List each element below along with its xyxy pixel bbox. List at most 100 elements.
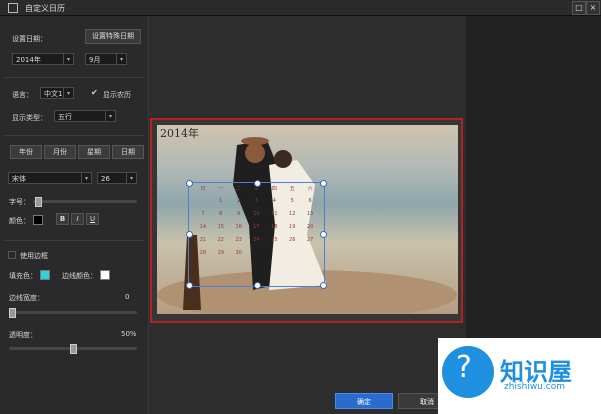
calendar-cell (248, 250, 266, 263)
restore-button[interactable]: □ (572, 1, 586, 15)
calendar-cell: 3 (254, 198, 259, 204)
calendar-cell: 25 (271, 237, 278, 243)
resize-handle[interactable] (254, 282, 261, 289)
use-border-checkbox[interactable] (8, 251, 16, 259)
chevron-down-icon: ▾ (81, 173, 91, 183)
slider-thumb[interactable] (70, 344, 77, 354)
opacity-value: 50% (121, 330, 137, 338)
calendar-cell: 日 (200, 186, 206, 192)
divider (4, 135, 144, 136)
calendar-cell: 30 (235, 250, 242, 256)
calendar-cell: 7 (201, 211, 205, 217)
divider (4, 77, 144, 78)
resize-handle[interactable] (320, 180, 327, 187)
resize-handle[interactable] (254, 180, 261, 187)
opacity-slider[interactable] (9, 344, 137, 354)
border-width-slider[interactable] (9, 308, 137, 318)
tab-month[interactable]: 月份 (44, 145, 76, 159)
calendar-cell: 27 (306, 237, 314, 243)
calendar-cell: 24 (253, 237, 260, 243)
calendar-cell: 18 (271, 224, 278, 230)
calendar-cell: 19 (289, 224, 296, 230)
calendar-cell: 6 (308, 198, 312, 204)
chevron-down-icon: ▾ (63, 88, 73, 98)
calendar-cell (194, 198, 212, 211)
resize-handle[interactable] (186, 180, 193, 187)
close-button[interactable]: × (586, 1, 600, 15)
font-select[interactable]: 宋体 ▾ (8, 172, 92, 184)
title-bar: 自定义日历 □ × (0, 0, 601, 16)
calendar-cell: 11 (271, 211, 278, 217)
calendar-cell (301, 250, 319, 263)
fill-color-label: 填充色： (9, 272, 37, 280)
border-color-label: 边线颜色： (62, 272, 97, 280)
calendar-cell: 二 (236, 186, 242, 192)
chevron-down-icon: ▾ (126, 173, 136, 183)
calendar-cell: 14 (199, 224, 207, 230)
border-width-value: 0 (125, 293, 130, 301)
language-select[interactable]: 中文1 ▾ (40, 87, 74, 99)
chevron-down-icon: ▾ (63, 54, 73, 64)
show-lunar-label: 显示农历 (103, 91, 131, 99)
year-text[interactable]: 2014年 (160, 125, 199, 141)
font-size-label: 字号： (9, 198, 30, 206)
underline-button[interactable]: U (86, 213, 99, 225)
resize-handle[interactable] (186, 231, 193, 238)
calendar-cell: 五 (289, 186, 295, 192)
resize-handle[interactable] (320, 282, 327, 289)
divider (4, 240, 144, 241)
calendar-cell: 一 (218, 186, 224, 192)
font-size-select[interactable]: 26 ▾ (97, 172, 137, 184)
special-date-button[interactable]: 设置特殊日期 (85, 29, 141, 44)
calendar-cell: 28 (199, 250, 207, 256)
calendar-cell: 8 (219, 211, 223, 217)
display-type-select[interactable]: 五行 ▾ (54, 110, 116, 122)
calendar-cell: 4 (272, 198, 276, 204)
font-size-slider[interactable] (33, 197, 137, 207)
tab-year[interactable]: 年份 (10, 145, 42, 159)
calendar-grid: 日一二三四五六 1 2 3 4 5 6 7 8 9 10 11 12 13 14 15 16 17 18 19 20 21… (194, 185, 319, 283)
calendar-cell: 22 (217, 237, 224, 243)
calendar-cell: 23 (235, 237, 242, 243)
slider-thumb[interactable] (35, 197, 42, 207)
fill-color-swatch[interactable] (40, 270, 50, 280)
calendar-cell: 1 (219, 198, 223, 204)
use-border-label: 使用边框 (20, 252, 48, 260)
calendar-overlay[interactable]: 日一二三四五六 1 2 3 4 5 6 7 8 9 10 11 12 13 14 15 16 17 18 19 20 21… (186, 180, 327, 289)
text-color-swatch[interactable] (33, 215, 43, 225)
calendar-cell: 17 (253, 224, 260, 230)
app-icon (8, 3, 18, 13)
tab-weekday[interactable]: 星期 (78, 145, 110, 159)
calendar-cell: 10 (253, 211, 260, 217)
resize-handle[interactable] (320, 231, 327, 238)
italic-button[interactable]: I (71, 213, 84, 225)
logo-domain-text: zhishiwu.com (504, 382, 565, 392)
month-select[interactable]: 9月 ▾ (85, 53, 127, 65)
calendar-cell: 2 (237, 198, 241, 204)
calendar-cell: 16 (235, 224, 242, 230)
question-icon: ? (456, 350, 472, 385)
check-icon[interactable]: ✔ (91, 88, 98, 97)
ok-button[interactable]: 确定 (335, 393, 393, 409)
set-date-label: 设置日期： (12, 35, 47, 43)
calendar-cell: 15 (217, 224, 224, 230)
couple-photo: 2014年 日一二三四五六 1 2 3 4 5 6 7 8 9 10 11 12 13 14 15 16 17 18… (157, 125, 458, 314)
year-select[interactable]: 2014年 ▾ (12, 53, 74, 65)
calendar-cell (283, 250, 301, 263)
language-label: 语言： (12, 91, 33, 99)
preview-frame: 2014年 日一二三四五六 1 2 3 4 5 6 7 8 9 10 11 12 13 14 15 16 17 18… (150, 118, 463, 323)
tab-day[interactable]: 日期 (112, 145, 144, 159)
site-logo: ? 知识屋 zhishiwu.com (438, 338, 601, 414)
resize-handle[interactable] (186, 282, 193, 289)
chevron-down-icon: ▾ (116, 54, 126, 64)
calendar-cell (265, 250, 283, 263)
chevron-down-icon: ▾ (105, 111, 115, 121)
bold-button[interactable]: B (56, 213, 69, 225)
display-type-label: 显示类型： (12, 114, 47, 122)
calendar-cell: 12 (289, 211, 296, 217)
calendar-cell: 四 (271, 186, 277, 192)
calendar-cell: 20 (306, 224, 314, 230)
slider-thumb[interactable] (9, 308, 16, 318)
border-color-swatch[interactable] (100, 270, 110, 280)
calendar-cell: 29 (217, 250, 224, 256)
